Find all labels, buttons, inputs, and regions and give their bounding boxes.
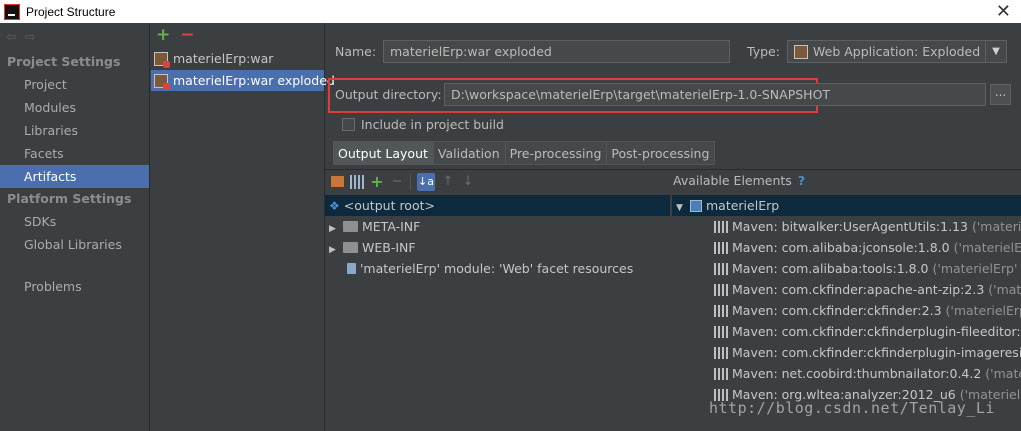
artifacts-list: + − materielErp:war materielErp:war expl…	[151, 23, 335, 431]
library-module-suffix: ('materie	[988, 282, 1021, 297]
intellij-logo-icon	[4, 3, 20, 20]
library-module-suffix: ('materielErp' N	[953, 240, 1021, 255]
add-artifact-icon[interactable]: +	[156, 25, 170, 45]
output-directory-field[interactable]: D:\workspace\materielErp\target\materiel…	[444, 83, 986, 106]
library-name: Maven: com.ckfinder:ckfinder:2.3	[732, 303, 942, 318]
type-label: Type:	[747, 44, 780, 59]
available-library-item[interactable]: Maven: com.alibaba:tools:1.8.0 ('materie…	[672, 258, 1021, 279]
war-artifact-icon	[154, 51, 170, 68]
library-icon	[714, 368, 728, 380]
browse-button[interactable]: ...	[990, 84, 1011, 105]
artifact-editor: Name: materielErp:war exploded Type: Web…	[325, 23, 1021, 431]
available-tree-root[interactable]: ▼ materielErp	[672, 195, 1021, 216]
library-icon	[714, 326, 728, 338]
help-icon[interactable]: ?	[798, 173, 805, 188]
available-library-item[interactable]: Maven: net.coobird:thumbnailator:0.4.2 (…	[672, 363, 1021, 384]
available-library-item[interactable]: Maven: com.ckfinder:ckfinderplugin-image…	[672, 342, 1021, 363]
move-down-icon[interactable]: ↓	[461, 174, 475, 189]
library-icon	[714, 221, 728, 233]
library-module-suffix: ('materielEr	[971, 219, 1021, 234]
nav-item-facets[interactable]: Facets	[0, 142, 149, 165]
library-module-suffix: ('materielE	[985, 366, 1021, 381]
library-name: Maven: com.alibaba:tools:1.8.0	[732, 261, 929, 276]
tab-output-layout[interactable]: Output Layout	[333, 141, 433, 165]
forward-arrow-icon[interactable]: ⇨	[25, 30, 36, 45]
tab-pre-processing[interactable]: Pre-processing	[504, 141, 607, 165]
available-library-item[interactable]: Maven: com.ckfinder:apache-ant-zip:2.3 (…	[672, 279, 1021, 300]
remove-artifact-icon[interactable]: −	[180, 25, 194, 45]
library-icon	[714, 284, 728, 296]
output-layout-panel: + − ↓a ↑ ↓ Available Elements? ❖ <output …	[325, 169, 1021, 431]
library-icon	[714, 263, 728, 275]
add-element-icon[interactable]: +	[370, 173, 384, 189]
library-icon	[714, 305, 728, 317]
remove-element-icon[interactable]: −	[390, 174, 404, 189]
chevron-down-icon[interactable]: ▼	[985, 41, 1006, 62]
nav-item-modules[interactable]: Modules	[0, 96, 149, 119]
back-arrow-icon[interactable]: ⇦	[6, 30, 17, 45]
nav-item-project[interactable]: Project	[0, 73, 149, 96]
available-library-item[interactable]: Maven: com.ckfinder:ckfinder:2.3 ('mater…	[672, 300, 1021, 321]
name-label: Name:	[335, 44, 377, 59]
library-module-suffix: ('materielErp' Mod	[932, 261, 1021, 276]
artifact-item-war[interactable]: materielErp:war	[151, 48, 324, 69]
nav-item-global-libraries[interactable]: Global Libraries	[0, 233, 149, 256]
move-up-icon[interactable]: ↑	[441, 174, 455, 189]
nav-history: ⇦ ⇨	[0, 23, 149, 51]
nav-item-sdks[interactable]: SDKs	[0, 210, 149, 233]
available-library-item[interactable]: Maven: com.alibaba:jconsole:1.8.0 ('mate…	[672, 237, 1021, 258]
artifact-item-war-exploded[interactable]: materielErp:war exploded	[151, 70, 335, 91]
nav-item-libraries[interactable]: Libraries	[0, 119, 149, 142]
platform-settings-heading: Platform Settings	[7, 191, 132, 206]
artifacts-toolbar: + −	[151, 23, 324, 47]
available-library-item[interactable]: Maven: bitwalker:UserAgentUtils:1.13 ('m…	[672, 216, 1021, 237]
folder-icon	[342, 242, 358, 253]
sort-elements-icon[interactable]: ↓a	[417, 172, 435, 191]
nav-item-artifacts[interactable]: Artifacts	[0, 165, 149, 188]
library-name: Maven: bitwalker:UserAgentUtils:1.13	[732, 219, 968, 234]
toolbar-separator	[410, 173, 411, 190]
available-elements-label: Available Elements	[673, 173, 792, 188]
artifact-tabs: Output Layout Validation Pre-processing …	[333, 141, 716, 165]
include-in-build-label: Include in project build	[361, 117, 504, 132]
web-facet-icon	[347, 263, 356, 274]
war-artifact-icon	[154, 73, 170, 90]
available-elements-heading: Available Elements?	[673, 173, 805, 188]
name-field[interactable]: materielErp:war exploded	[383, 40, 730, 63]
library-name: Maven: net.coobird:thumbnailator:0.4.2	[732, 366, 982, 381]
create-directory-icon[interactable]	[331, 176, 344, 187]
output-tree-item[interactable]: 'materielErp' module: 'Web' facet resour…	[325, 258, 670, 279]
close-icon[interactable]: ✕	[996, 1, 1011, 22]
artifact-label: materielErp:war	[173, 51, 274, 66]
window-title: Project Structure	[26, 4, 116, 19]
library-module-suffix: ('materielErp' M	[945, 303, 1021, 318]
create-archive-icon[interactable]	[350, 174, 364, 189]
project-settings-heading: Project Settings	[7, 54, 121, 69]
settings-nav: ⇦ ⇨ Project Settings Project Modules Lib…	[0, 23, 150, 431]
include-in-build-checkbox[interactable]	[342, 118, 355, 131]
library-icon	[714, 347, 728, 359]
web-exploded-icon	[794, 45, 808, 59]
library-name: Maven: com.ckfinder:ckfinderplugin-filee…	[732, 324, 1021, 339]
watermark: http://blog.csdn.net/Tenlay_Li	[709, 399, 995, 417]
module-icon	[689, 200, 702, 212]
library-name: Maven: com.ckfinder:apache-ant-zip:2.3	[732, 282, 985, 297]
library-name: Maven: com.ckfinder:ckfinderplugin-image…	[732, 345, 1021, 360]
tab-post-processing[interactable]: Post-processing	[606, 141, 716, 165]
tab-validation[interactable]: Validation	[432, 141, 505, 165]
title-bar: Project Structure ✕	[0, 0, 1021, 23]
output-tree-item[interactable]: ▶ WEB-INF	[325, 237, 670, 258]
library-icon	[714, 242, 728, 254]
artifact-label: materielErp:war exploded	[173, 73, 335, 88]
output-tree-item[interactable]: ▶ META-INF	[325, 216, 670, 237]
folder-icon	[342, 221, 358, 232]
output-directory-label: Output directory:	[335, 87, 442, 102]
type-value: Web Application: Exploded	[813, 44, 981, 59]
available-library-item[interactable]: Maven: com.ckfinder:ckfinderplugin-filee…	[672, 321, 1021, 342]
output-root-icon: ❖	[329, 199, 340, 213]
output-tree-item[interactable]: ❖ <output root>	[325, 195, 670, 216]
type-combo[interactable]: Web Application: Exploded ▼	[787, 40, 1007, 63]
nav-item-problems[interactable]: Problems	[0, 275, 149, 298]
library-name: Maven: com.alibaba:jconsole:1.8.0	[732, 240, 950, 255]
